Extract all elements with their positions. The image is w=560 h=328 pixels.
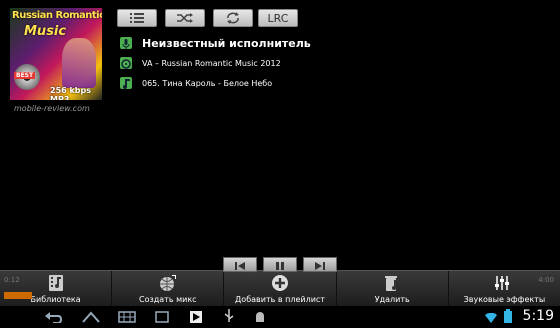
screenshot-button[interactable] [152, 309, 172, 325]
album-art-bitrate: 256 kbps MP3 [50, 86, 92, 100]
progress-bar[interactable] [4, 292, 32, 299]
library-label: Библиотека [30, 295, 81, 304]
lyrics-button[interactable]: LRC [258, 9, 298, 27]
debug-notification[interactable] [252, 309, 268, 325]
next-button[interactable] [303, 257, 337, 272]
microphone-icon [120, 37, 132, 49]
album-art: Russian Romantic Music BEST 256 kbps MP3 [10, 8, 102, 100]
create-mix-label: Создать микс [139, 295, 197, 304]
add-to-playlist-button[interactable]: Добавить в плейлист [224, 271, 337, 307]
playlist-button[interactable] [117, 9, 157, 27]
title-row: 065. Тина Кароль - Белое Небо [120, 75, 272, 91]
list-icon [130, 13, 144, 23]
artist-name: Неизвестный исполнитель [142, 36, 311, 50]
shuffle-button[interactable] [165, 9, 205, 27]
create-mix-icon [159, 274, 177, 292]
status-clock: 5:19 [522, 308, 554, 324]
screenshot-icon [155, 308, 169, 327]
track-title: 065. Тина Кароль - Белое Небо [142, 78, 273, 88]
previous-icon [235, 255, 245, 274]
recent-apps-icon [118, 308, 136, 327]
shuffle-icon [177, 13, 193, 23]
play-icon [190, 308, 202, 327]
next-icon [315, 255, 325, 274]
back-icon [45, 308, 65, 327]
previous-button[interactable] [223, 257, 257, 272]
music-note-icon [120, 77, 132, 89]
home-button[interactable] [80, 309, 102, 325]
android-icon [254, 308, 266, 327]
recent-apps-button[interactable] [116, 309, 138, 325]
equalizer-icon [495, 274, 513, 292]
album-art-title: Russian Romantic [12, 10, 102, 21]
lyrics-label: LRC [267, 11, 289, 25]
usb-notification[interactable] [222, 308, 236, 327]
back-button[interactable] [44, 309, 66, 325]
delete-button[interactable]: Удалить [337, 271, 449, 307]
disc-icon [120, 57, 132, 69]
add-to-playlist-label: Добавить в плейлист [235, 295, 325, 304]
system-bar: 5:19 [0, 306, 560, 328]
library-icon [47, 274, 65, 292]
battery-indicator [502, 308, 514, 327]
album-name: VA – Russian Romantic Music 2012 [142, 58, 281, 68]
battery-icon [504, 308, 512, 327]
artist-row: Неизвестный исполнитель [120, 35, 311, 51]
delete-label: Удалить [374, 295, 410, 304]
pause-button[interactable] [263, 257, 297, 272]
music-notification[interactable] [186, 309, 206, 325]
usb-icon [224, 308, 234, 327]
home-icon [81, 308, 101, 327]
wifi-icon [485, 308, 497, 327]
watermark: mobile-review.com [14, 104, 90, 113]
album-art-subtitle: Music [24, 24, 67, 39]
album-art-figure [62, 38, 96, 88]
add-circle-icon [271, 274, 289, 292]
total-time: 4:00 [538, 276, 554, 284]
action-bar: Библиотека Создать микс Добавить в плейл… [0, 270, 560, 307]
album-row: VA – Russian Romantic Music 2012 [120, 55, 281, 71]
album-art-badge: BEST [14, 72, 36, 79]
repeat-button[interactable] [213, 9, 253, 27]
sound-effects-label: Звуковые эффекты [463, 295, 546, 304]
repeat-icon [226, 12, 240, 24]
pause-icon [276, 255, 284, 274]
create-mix-button[interactable]: Создать микс [112, 271, 225, 307]
elapsed-time: 0:12 [4, 276, 20, 284]
wifi-indicator [484, 309, 498, 325]
delete-icon [383, 274, 401, 292]
